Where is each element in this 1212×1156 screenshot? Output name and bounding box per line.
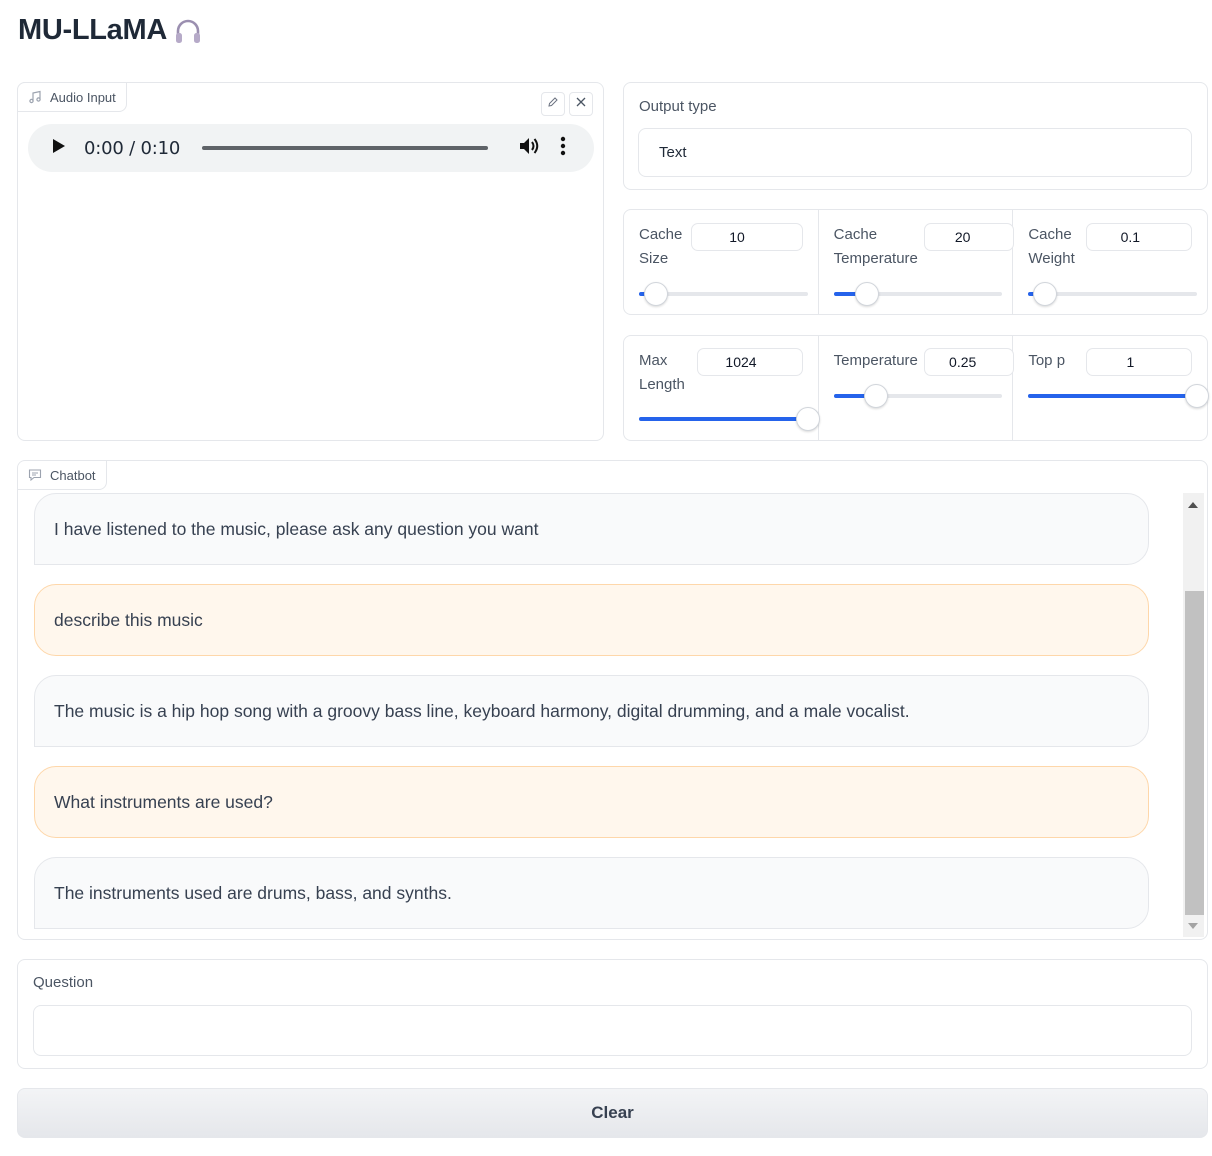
cache-temperature-thumb[interactable]	[855, 282, 880, 306]
cache-weight-value: 0.1	[1120, 229, 1141, 245]
temperature-slider: Temperature 0.25	[819, 336, 1014, 440]
clear-audio-button[interactable]	[569, 92, 593, 116]
cache-size-range[interactable]	[639, 282, 808, 306]
cache-weight-label: Cache Weight	[1028, 226, 1075, 267]
pencil-icon	[547, 95, 559, 113]
edit-button[interactable]	[541, 92, 565, 116]
question-input[interactable]	[33, 1005, 1192, 1056]
scroll-up-arrow-icon[interactable]	[1188, 502, 1198, 508]
audio-player: 0:00 / 0:10	[28, 124, 594, 172]
headphones-icon	[173, 16, 203, 46]
user-message: What instruments are used?	[34, 766, 1149, 838]
music-note-icon	[28, 90, 42, 104]
max-length-slider: Max Length 1024	[624, 336, 820, 440]
play-icon	[52, 138, 66, 159]
cache-temperature-label: Cache Temperature	[833, 226, 918, 267]
audio-input-panel: Audio Input 0:00 / 0:10	[17, 82, 604, 441]
bot-message: I have listened to the music, please ask…	[34, 493, 1149, 565]
output-type-field[interactable]: Text	[638, 128, 1192, 177]
top-p-thumb[interactable]	[1185, 384, 1210, 408]
top-p-input[interactable]: 1	[1086, 348, 1193, 376]
generation-sliders-group: Max Length 1024 Temperature 0.25 Top p 1	[623, 335, 1210, 441]
output-type-panel: Output type Text	[623, 82, 1208, 190]
top-p-value: 1	[1126, 354, 1135, 370]
cache-temperature-input[interactable]: 20	[923, 223, 1014, 251]
audio-time: 0:00 / 0:10	[84, 137, 181, 159]
output-type-value: Text	[659, 144, 687, 161]
temperature-input[interactable]: 0.25	[923, 348, 1014, 376]
max-length-input[interactable]: 1024	[697, 348, 803, 376]
output-type-label: Output type	[639, 98, 717, 115]
chat-scroll-thumb[interactable]	[1185, 591, 1204, 915]
clear-button[interactable]: Clear	[17, 1088, 1208, 1138]
question-label: Question	[33, 974, 94, 991]
chat-icon	[28, 468, 42, 482]
cache-temperature-slider: Cache Temperature 20	[819, 210, 1014, 314]
scroll-down-arrow-icon[interactable]	[1188, 923, 1198, 929]
temperature-label: Temperature	[833, 352, 918, 369]
audio-input-label: Audio Input	[17, 82, 127, 112]
volume-icon	[518, 136, 540, 161]
cache-weight-input[interactable]: 0.1	[1086, 223, 1193, 251]
cache-size-slider: Cache Size 10	[624, 210, 819, 314]
max-length-range[interactable]	[639, 407, 820, 431]
top-p-range[interactable]	[1028, 384, 1210, 408]
cache-size-input[interactable]: 10	[691, 223, 803, 251]
max-length-label: Max Length	[639, 352, 685, 393]
max-length-thumb[interactable]	[795, 407, 820, 431]
cache-size-thumb[interactable]	[643, 282, 668, 306]
volume-button[interactable]	[518, 137, 540, 159]
bot-message: The instruments used are drums, bass, an…	[34, 857, 1149, 929]
app-title: MU-LLaMA	[18, 14, 203, 47]
audio-progress-bar[interactable]	[202, 146, 489, 150]
temperature-range[interactable]	[833, 384, 1003, 408]
user-message: describe this music	[34, 584, 1149, 656]
chatbot-label: Chatbot	[18, 461, 107, 490]
more-options-button[interactable]	[558, 136, 568, 161]
cache-weight-thumb[interactable]	[1033, 282, 1058, 306]
bot-message: The music is a hip hop song with a groov…	[34, 675, 1149, 747]
app-title-text: MU-LLaMA	[18, 14, 168, 46]
max-length-value: 1024	[725, 354, 757, 370]
cache-temperature-range[interactable]	[833, 282, 1003, 306]
close-icon	[575, 95, 587, 113]
audio-tools	[541, 92, 593, 116]
temperature-value: 0.25	[949, 354, 977, 370]
top-p-label: Top p	[1028, 352, 1066, 369]
cache-sliders-group: Cache Size 10 Cache Temperature 20 Cache…	[623, 209, 1208, 315]
cache-size-label: Cache Size	[639, 226, 683, 267]
cache-temperature-value: 20	[954, 229, 971, 245]
chatbot-panel: Chatbot I have listened to the music, pl…	[17, 460, 1208, 940]
chatbot-label-text: Chatbot	[50, 467, 96, 483]
cache-size-value: 10	[729, 229, 745, 245]
more-vertical-icon	[560, 136, 566, 161]
play-button[interactable]	[48, 137, 70, 159]
cache-weight-slider: Cache Weight 0.1	[1013, 210, 1207, 314]
cache-weight-range[interactable]	[1028, 282, 1198, 306]
audio-input-label-text: Audio Input	[50, 89, 116, 105]
question-panel: Question	[17, 959, 1208, 1069]
temperature-thumb[interactable]	[863, 384, 888, 408]
chat-scrollbar[interactable]	[1183, 493, 1204, 937]
top-p-slider: Top p 1	[1013, 336, 1210, 440]
